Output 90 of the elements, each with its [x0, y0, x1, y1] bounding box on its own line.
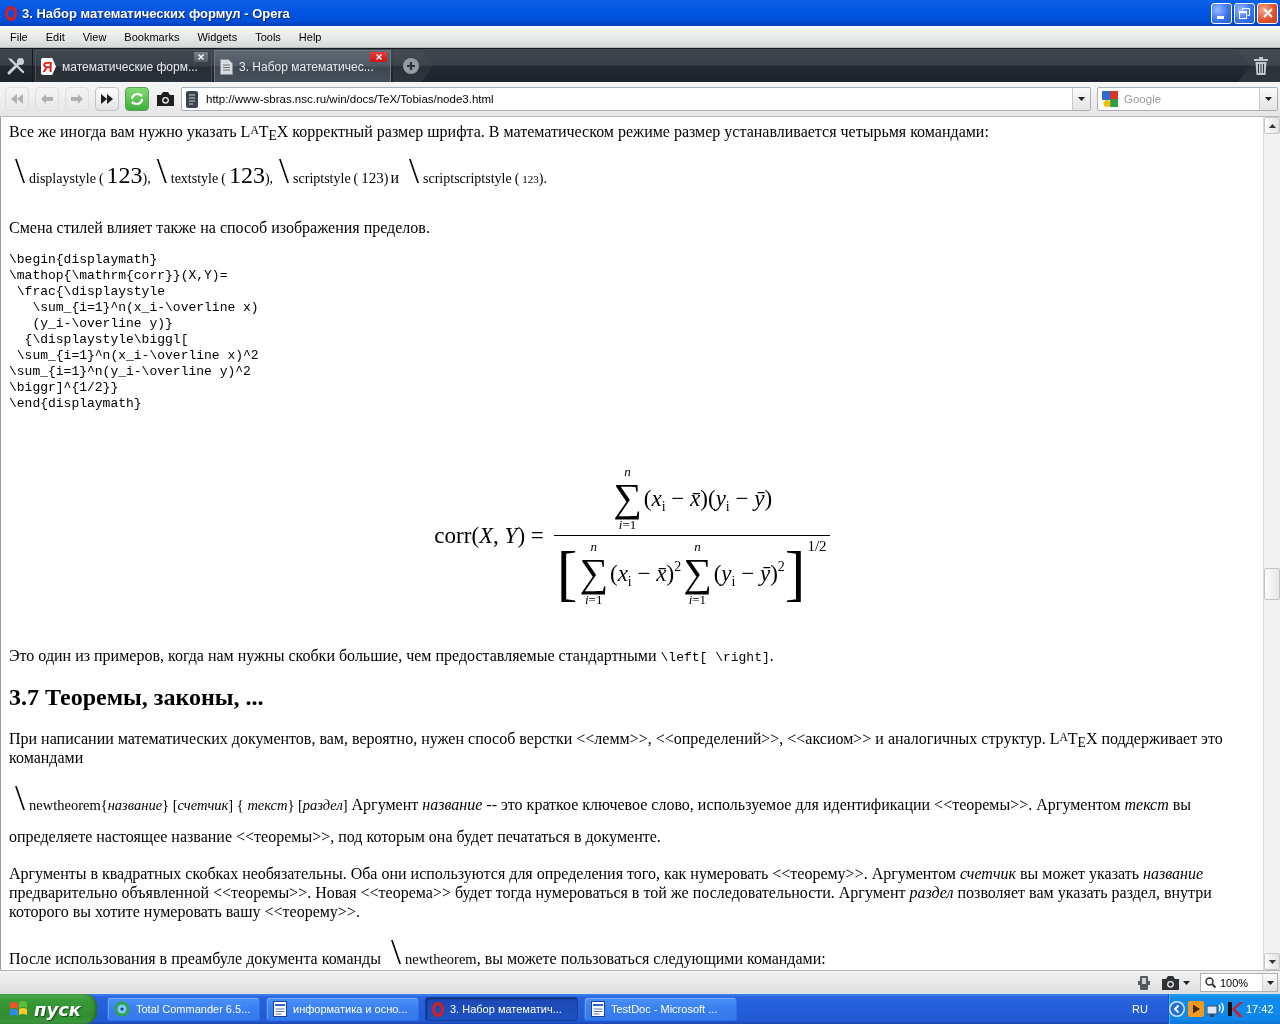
- fast-forward-button[interactable]: [95, 87, 119, 111]
- site-logo: Я: [41, 58, 56, 75]
- code-line: \biggr]^{1/2}}: [9, 380, 120, 396]
- taskbar-button[interactable]: TestDoc - Microsoft ...: [584, 997, 737, 1021]
- code-line: (y_i-\overline y)}: [31, 316, 174, 332]
- plus-icon: [403, 58, 419, 74]
- fast-forward-icon: [101, 94, 113, 104]
- panel-icon: [1138, 975, 1150, 990]
- right-arrow-icon: [71, 94, 83, 104]
- menu-item[interactable]: Help: [289, 28, 331, 45]
- minimize-button[interactable]: [1211, 2, 1232, 24]
- document-icon: [220, 58, 233, 75]
- left-arrow-icon: [41, 94, 53, 104]
- search-engine-icon: [1102, 91, 1118, 107]
- menu-item[interactable]: View: [73, 28, 116, 45]
- flag-icon: [9, 1000, 28, 1018]
- document-icon: [591, 1001, 605, 1017]
- zoom-field[interactable]: 100%: [1200, 973, 1278, 992]
- code-line: \frac{\displaystyle: [15, 284, 167, 300]
- caret-icon: [1078, 97, 1085, 101]
- section-heading: 3.7 Теоремы, законы, ...: [9, 683, 265, 711]
- menu-item[interactable]: Tools: [246, 28, 290, 45]
- camera-icon: [156, 92, 174, 106]
- language-indicator[interactable]: RU: [1132, 1003, 1148, 1015]
- code-line: \begin{displaymath}: [9, 252, 159, 268]
- menu-item[interactable]: Bookmarks: [115, 28, 189, 45]
- search-dropdown-button[interactable]: [1259, 88, 1277, 110]
- play-icon: [1188, 1001, 1204, 1017]
- network-icon: [1207, 1001, 1224, 1017]
- restore-button[interactable]: [1234, 2, 1255, 24]
- code-line: \sum_{i=1}^n(x_i-\overline x)^2: [15, 348, 260, 364]
- reload-button[interactable]: [125, 87, 149, 111]
- page-icon: [186, 90, 198, 108]
- up-arrow-icon: [1268, 123, 1276, 128]
- close-icon: [198, 54, 204, 60]
- menu-item[interactable]: Widgets: [188, 28, 247, 45]
- clock-text: 17:42: [1246, 1003, 1274, 1015]
- paragraph: Все же иногда вам нужно указать L$^{A}$T$_{E}$X корректный размер шрифта. В математическом режиме размер устанавливается четырьмя командами:: [9, 122, 990, 141]
- tab-close-button[interactable]: [194, 52, 208, 62]
- tab[interactable]: Я математические форм...: [35, 50, 212, 82]
- code-line: \end{displaymath}: [9, 396, 143, 412]
- document-icon: [273, 1001, 287, 1017]
- trash-icon: [1254, 57, 1268, 75]
- caret-icon: [1183, 980, 1190, 985]
- scrollbar-thumb[interactable]: [1264, 568, 1280, 600]
- paragraph: Смена стилей влияет также на способ изображения пределов.: [9, 218, 431, 237]
- close-icon: [375, 54, 382, 60]
- caret-icon: [1266, 980, 1274, 985]
- disk-icon: [114, 1001, 130, 1017]
- close-icon: [1262, 8, 1273, 18]
- chevron-circle-icon: [1169, 1001, 1185, 1017]
- new-tab-button[interactable]: [393, 50, 433, 82]
- tab-close-button[interactable]: [370, 52, 387, 62]
- scroll-down-button[interactable]: [1264, 953, 1280, 970]
- app-logo-icon: [432, 1001, 444, 1017]
- close-button[interactable]: [1257, 2, 1278, 24]
- menu-item[interactable]: Edit: [36, 28, 74, 45]
- down-arrow-icon: [1268, 959, 1276, 964]
- code-line: {\displaystyle\biggl[: [23, 332, 190, 348]
- restore-icon: [1239, 7, 1250, 19]
- code-line: \sum_{i=1}^n(x_i-\overline x): [31, 300, 260, 316]
- formula-numerator: n ∑ i=1 (x$_{i}$ − x̄)(y$_{i}$ − ȳ): [612, 464, 774, 532]
- paragraph: После использования в преамбуле документа команды \newtheorem, вы можете пользоваться следующими командами:: [9, 934, 827, 970]
- menu-item[interactable]: File: [1, 28, 37, 45]
- address-field[interactable]: http://www-sbras.nsc.ru/win/docs/TeX/Tobias/node3.html: [181, 87, 1091, 111]
- paragraph: \newtheorem{название} [счетчик] { текст} [раздел] Аргумент название -- это краткое ключевое слово, используемое для идентификации <<теоремы>>. Аргументом текст вы определяете настоящее название <<теоремы>>, под которым она будет печататься в документе.: [9, 780, 1193, 846]
- history-dropdown-button[interactable]: [1072, 88, 1090, 110]
- reload-icon: [129, 91, 145, 107]
- taskbar-button[interactable]: информатика и осно...: [266, 997, 419, 1021]
- search-icon: [1205, 977, 1216, 988]
- scroll-up-button[interactable]: [1264, 117, 1280, 134]
- camera-icon: [1162, 975, 1179, 990]
- taskbar-button[interactable]: Total Commander 6.5...: [107, 997, 260, 1021]
- tray-icon: [1227, 1001, 1243, 1017]
- formula-lhs: corr(X, Y) =: [434, 524, 544, 547]
- window-title: 3. Набор математических формул - Opera: [22, 5, 291, 21]
- caret-icon: [1265, 97, 1272, 101]
- start-button[interactable]: пуск: [0, 994, 97, 1024]
- trash-button[interactable]: [1238, 50, 1280, 82]
- tab[interactable]: 3. Набор математичес...: [214, 50, 391, 82]
- paragraph: Аргументы в квадратных скобках необязательны. Оба они используются для определения того, как нумеровать <<теорему>>. Аргументом счетчик вы может указать название предварительно объявленной <<теоремы>>. Новая <<теорема>> будет тогда нумероваться в той же последовательности. Аргумент раздел позволяет вам указать раздел, внутри которого вы хотите нумеровать вашу <<теорему>>.: [9, 864, 1213, 921]
- minimize-icon: [1217, 15, 1224, 19]
- taskbar-button[interactable]: 3. Набор математич...: [425, 997, 578, 1021]
- app-logo-icon: [5, 5, 17, 21]
- paragraph: При написании математических документов, вам, вероятно, нужен способ верстки <<лемм>>, <<определений>>, <<аксиом>> и аналогичных структур. L$^{A}$T$_{E}$X поддерживает это командами: [9, 729, 1224, 767]
- wrench-screwdriver-icon: [6, 55, 26, 76]
- code-line: \sum_{i=1}^n(y_i-\overline y)^2: [9, 364, 252, 380]
- code-line: \mathop{\mathrm{corr}}(X,Y)=: [9, 268, 229, 284]
- rewind-icon: [11, 94, 23, 104]
- style-commands-text: \displaystyle (123), \textstyle (123), \scriptstyle ( 123)и \scriptscriptstyle ( 123).: [14, 153, 549, 193]
